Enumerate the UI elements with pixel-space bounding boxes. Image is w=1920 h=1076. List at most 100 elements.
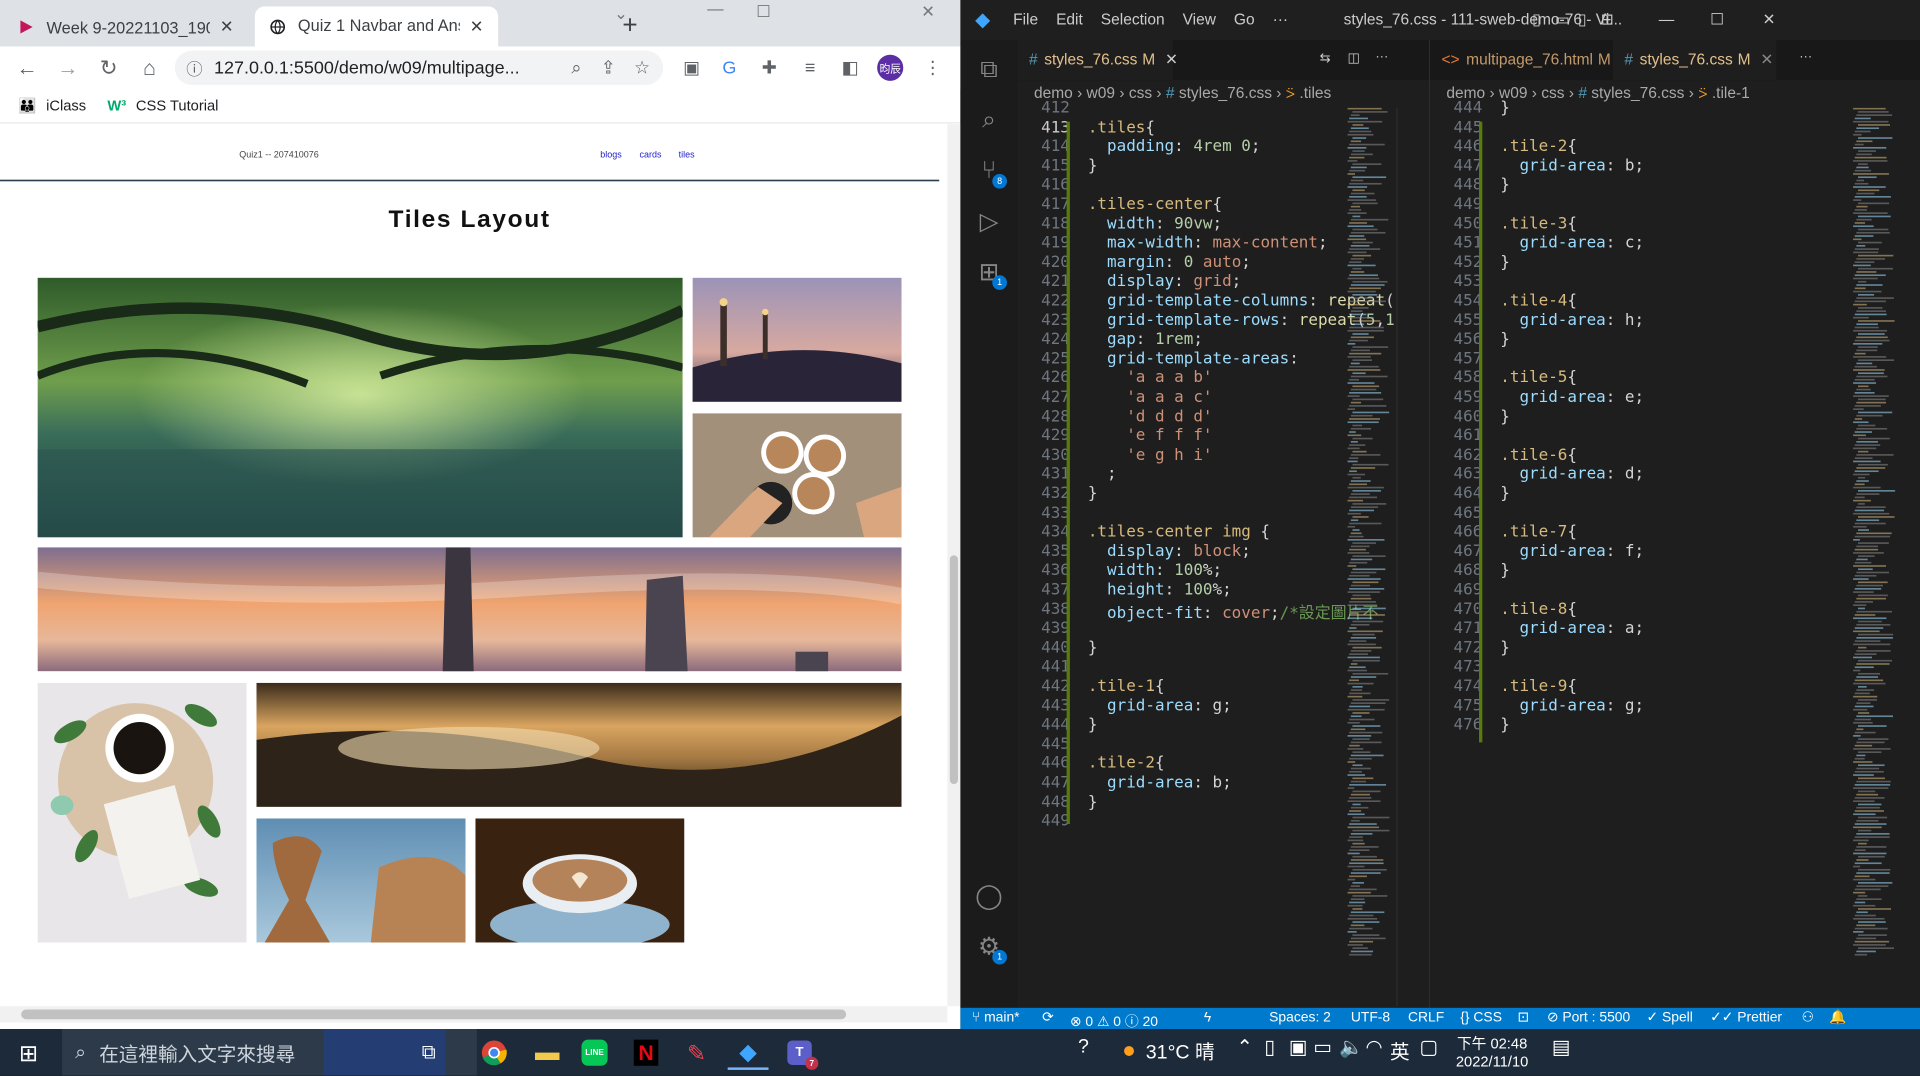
code-line[interactable]: }: [1500, 406, 1510, 425]
menu-go[interactable]: Go: [1234, 11, 1255, 29]
zoom-icon[interactable]: ⌕: [571, 57, 581, 78]
code-line[interactable]: }: [1500, 561, 1510, 580]
code-line[interactable]: .tile-2{: [1500, 137, 1577, 156]
address-bar[interactable]: ⓘ 127.0.0.1:5500/demo/w09/multipage... ⌕…: [174, 50, 664, 85]
code-line[interactable]: .tile-7{: [1500, 522, 1577, 541]
code-line[interactable]: .tile-2{: [1088, 753, 1165, 772]
share-icon[interactable]: ⇪: [601, 57, 616, 78]
encoding[interactable]: UTF-8: [1351, 1009, 1390, 1025]
bookmark-css-tutorial[interactable]: W³ CSS Tutorial: [107, 97, 218, 114]
account-icon[interactable]: ◯: [973, 880, 1006, 913]
reload-icon[interactable]: ↻: [88, 55, 129, 80]
nav-link-tiles[interactable]: tiles: [679, 150, 695, 160]
menu-file[interactable]: File: [1013, 11, 1038, 29]
code-line[interactable]: display: grid;: [1088, 271, 1241, 290]
close-tab-icon[interactable]: ✕: [1165, 51, 1178, 70]
open-changes-icon[interactable]: ⇆: [1320, 50, 1331, 66]
lightning-icon[interactable]: ϟ: [1204, 1009, 1211, 1025]
ime-indicator[interactable]: 英: [1390, 1036, 1410, 1065]
settings-gear-icon[interactable]: ⚙ 1: [973, 930, 1007, 965]
code-line[interactable]: }: [1088, 156, 1098, 175]
file-explorer-icon[interactable]: ▬: [527, 1036, 568, 1070]
help-icon[interactable]: ?: [1078, 1036, 1089, 1059]
close-tab-icon[interactable]: ✕: [1760, 51, 1773, 70]
code-line[interactable]: padding: 4rem 0;: [1088, 137, 1260, 156]
maximize-icon[interactable]: ☐: [1710, 11, 1724, 30]
info-icon[interactable]: ⓘ: [186, 56, 202, 80]
sync-icon[interactable]: ⟳: [1042, 1009, 1054, 1025]
code-line[interactable]: .tile-3{: [1500, 214, 1577, 233]
code-line[interactable]: .tiles{: [1088, 117, 1155, 136]
code-line[interactable]: display: block;: [1088, 541, 1251, 560]
home-icon[interactable]: ⌂: [129, 55, 170, 80]
forward-icon[interactable]: →: [47, 55, 88, 80]
paint-app-icon[interactable]: ✎: [676, 1036, 717, 1070]
tab-multipage-html[interactable]: <> multipage_76.html M: [1430, 40, 1611, 80]
code-line[interactable]: 'a a a b': [1088, 368, 1212, 387]
live-server-port[interactable]: ⊘ Port : 5500: [1547, 1009, 1630, 1025]
browser-tab-quiz1[interactable]: Quiz 1 Navbar and Answers ✕: [254, 6, 499, 47]
code-line[interactable]: .tiles-center{: [1088, 194, 1222, 213]
page-horizontal-scrollbar[interactable]: [0, 1006, 948, 1023]
tab-styles-css-right[interactable]: # styles_76.css M ✕: [1612, 40, 1777, 81]
code-line[interactable]: grid-area: b;: [1088, 773, 1232, 792]
code-line[interactable]: 'a a a c': [1088, 387, 1212, 406]
code-line[interactable]: margin: 0 auto;: [1088, 252, 1251, 271]
ime-mode-icon[interactable]: ▢: [1419, 1036, 1438, 1060]
teams-app-icon[interactable]: T7: [779, 1036, 820, 1070]
code-line[interactable]: }: [1088, 792, 1098, 811]
code-line[interactable]: grid-area: c;: [1500, 233, 1644, 252]
maximize-icon[interactable]: ☐: [756, 2, 771, 22]
back-icon[interactable]: ←: [7, 55, 48, 80]
code-line[interactable]: .tile-6{: [1500, 445, 1577, 464]
code-line[interactable]: 'e f f f': [1088, 426, 1212, 445]
translate-extension-icon[interactable]: G: [711, 47, 747, 89]
extensions-icon[interactable]: ⊞ 1: [973, 256, 1007, 290]
code-line[interactable]: grid-area: g;: [1088, 695, 1232, 714]
code-line[interactable]: }: [1088, 483, 1098, 502]
close-window-icon[interactable]: ✕: [921, 2, 935, 22]
code-line[interactable]: .tiles-center img {: [1088, 522, 1270, 541]
code-line[interactable]: }: [1500, 483, 1510, 502]
spell-check[interactable]: ✓ Spell: [1646, 1009, 1692, 1025]
side-panel-icon[interactable]: ◧: [832, 47, 868, 89]
minimap-right[interactable]: [1851, 107, 1897, 1006]
line-ending[interactable]: CRLF: [1408, 1009, 1444, 1025]
code-line[interactable]: width: 90vw;: [1088, 214, 1222, 233]
code-line[interactable]: }: [1500, 98, 1510, 117]
code-line[interactable]: grid-area: h;: [1500, 310, 1644, 329]
search-icon[interactable]: ⌕: [973, 104, 1006, 137]
netflix-app-icon[interactable]: N: [626, 1036, 667, 1070]
windows-start-icon[interactable]: ⊞: [8, 1036, 49, 1070]
split-editor-icon[interactable]: ◫: [1348, 50, 1360, 66]
code-line[interactable]: .tile-4{: [1500, 291, 1577, 310]
minimize-icon[interactable]: —: [1659, 11, 1675, 29]
layout-secondary-icon[interactable]: ▯: [1578, 11, 1587, 30]
code-line[interactable]: grid-area: f;: [1500, 541, 1644, 560]
customize-layout-icon[interactable]: ⊞: [1601, 11, 1614, 30]
bookmark-star-icon[interactable]: ☆: [634, 57, 650, 78]
menu-selection[interactable]: Selection: [1101, 11, 1165, 29]
code-line[interactable]: grid-area: e;: [1500, 387, 1644, 406]
accounts-icon[interactable]: ⚇: [1802, 1009, 1814, 1025]
menu-view[interactable]: View: [1183, 11, 1216, 29]
code-line[interactable]: grid-area: b;: [1500, 156, 1644, 175]
code-line[interactable]: grid-area: g;: [1500, 695, 1644, 714]
code-line[interactable]: }: [1088, 638, 1098, 657]
media-control-icon[interactable]: ≡: [792, 47, 828, 89]
feedback-icon[interactable]: ⊡: [1517, 1009, 1529, 1025]
notifications-icon[interactable]: 🔔: [1829, 1009, 1846, 1025]
code-line[interactable]: 'd d d d': [1088, 406, 1212, 425]
code-line[interactable]: object-fit: cover;/*設定圖片不: [1088, 599, 1378, 623]
close-tab-icon[interactable]: ✕: [220, 16, 234, 36]
language-mode[interactable]: {} CSS: [1460, 1009, 1502, 1025]
minimize-icon[interactable]: —: [707, 0, 723, 19]
tab-styles-css-left[interactable]: # styles_76.css M ✕: [1017, 40, 1178, 81]
prettier-status[interactable]: ✓✓ Prettier: [1710, 1009, 1782, 1025]
tray-chevron-icon[interactable]: ⌃: [1236, 1036, 1252, 1060]
code-line[interactable]: }: [1500, 175, 1510, 194]
line-app-icon[interactable]: LINE: [574, 1036, 615, 1070]
code-line[interactable]: ;: [1088, 464, 1117, 483]
nav-link-cards[interactable]: cards: [639, 150, 661, 160]
code-line[interactable]: grid-area: a;: [1500, 618, 1644, 637]
